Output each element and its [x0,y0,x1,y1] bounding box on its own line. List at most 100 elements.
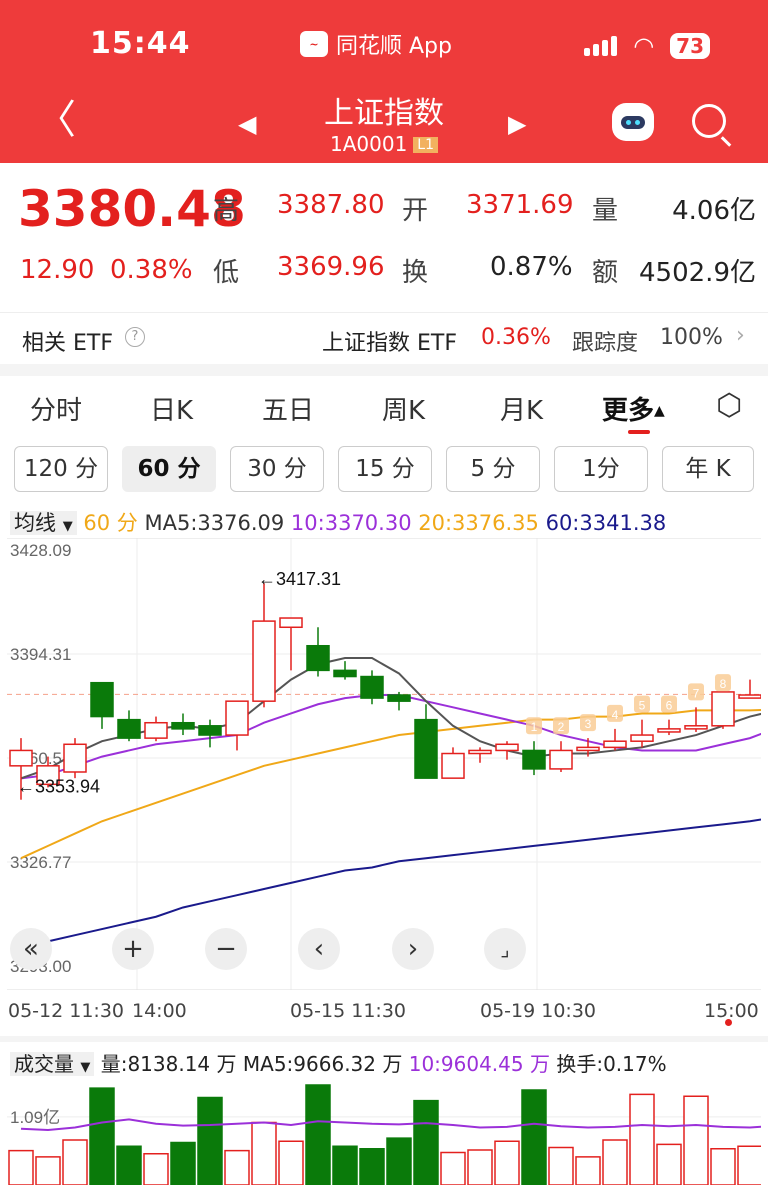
last-price: 3380.48 [18,180,246,238]
related-etf-row[interactable]: 相关 ETF ? 上证指数 ETF 0.36% 跟踪度 100% › [0,312,768,362]
caret-down-icon: ▼ [62,519,73,534]
volume-bar [62,1139,88,1185]
tracking-value: 100% [660,325,723,350]
turnover-label: 换 [402,258,429,288]
tab-monthly-k[interactable]: 月K [500,390,543,427]
tab-five-day[interactable]: 五日 [262,390,314,427]
period-5min[interactable]: 5 分 [446,446,540,492]
ma-legend: 均线 ▼ 60 分 MA5:3376.09 10:3370.30 20:3376… [10,507,666,537]
period-yearly-k[interactable]: 年 K [662,446,754,492]
x-tick: 05-15 11:30 [290,1000,407,1022]
candle-body [198,725,222,736]
volume-now: 量:8138.14 万 [100,1052,237,1076]
zoom-in-icon[interactable]: + [112,928,154,970]
caret-down-icon: ▼ [80,1060,91,1075]
signal-marker-label: 7 [693,686,700,700]
volume-bar [224,1149,250,1185]
volume-bar [629,1093,655,1185]
collapse-left-icon[interactable]: « [10,928,52,970]
candle-body [171,721,195,730]
volume-chart[interactable]: 1.09亿 [7,1078,761,1185]
period-60min[interactable]: 60 分 [122,446,216,492]
volume-bar [8,1149,34,1185]
scroll-right-icon[interactable]: › [392,928,434,970]
volume-bar [710,1148,736,1185]
candle-body [333,669,357,678]
tab-daily-k[interactable]: 日K [150,390,193,427]
open-label: 开 [402,196,429,226]
period-15min[interactable]: 15 分 [338,446,432,492]
related-etf-label: 相关 ETF [22,331,113,356]
change-pct: 0.38% [110,255,193,285]
next-stock-icon[interactable]: ▶ [508,110,526,138]
signal-marker-label: 3 [585,717,592,731]
tab-weekly-k[interactable]: 周K [382,390,425,427]
candle-body [657,728,681,733]
volume-bar [494,1140,520,1185]
caret-up-icon: ▲ [654,403,665,419]
volume-bar [197,1096,223,1185]
zoom-out-icon[interactable]: − [205,928,247,970]
app-logo-icon: ~ [300,31,328,57]
candle-body [468,749,492,755]
period-selector: 120 分 60 分 30 分 15 分 5 分 1分 年 K [0,446,768,492]
candle-body [441,752,465,779]
candle-body [738,694,761,699]
status-icons: ◠ 73 [584,32,710,60]
candle-body [117,718,141,739]
volume-y-tick: 1.09亿 [10,1108,60,1127]
volume-bar [602,1139,628,1185]
volume-bar [467,1149,493,1185]
stock-code: 1A0001 L1 [0,132,768,156]
volume-bar [683,1095,709,1185]
period-120min[interactable]: 120 分 [14,446,108,492]
volume-bar [89,1087,115,1185]
candle-body [630,734,654,742]
volume-bar [332,1145,358,1185]
assistant-robot-icon[interactable] [612,103,654,141]
volume-ma5: MA5:9666.32 万 [242,1052,403,1076]
volume-value: 4.06亿 [672,196,756,226]
volume-ma10: 10:9604.45 万 [408,1052,550,1076]
volume-bar [278,1140,304,1185]
low-value: 3369.96 [277,252,385,282]
candle-body [279,617,303,629]
volume-bar [413,1099,439,1185]
help-icon[interactable]: ? [125,327,145,347]
ma20-value: 20:3376.35 [418,511,539,535]
app-name[interactable]: ~ 同花顺 App [300,28,452,60]
ma-selector[interactable]: 均线 ▼ [10,511,77,535]
period-30min[interactable]: 30 分 [230,446,324,492]
app-name-label: 同花顺 App [336,34,452,59]
volume-bar [359,1148,385,1185]
etf-name: 上证指数 ETF [322,331,457,356]
search-icon[interactable] [692,104,726,138]
x-tick: 15:00 [704,1000,759,1022]
candle-body [414,718,438,779]
amount-value: 4502.9亿 [639,258,756,288]
candle-body [225,700,249,736]
volume-bar [521,1089,547,1185]
settings-hexagon-icon[interactable]: ⬡ [716,388,742,423]
period-1min[interactable]: 1分 [554,446,648,492]
chevron-right-icon: › [736,323,745,348]
candlestick-chart[interactable]: 3428.093394.313360.543326.773293.00←3417… [7,538,761,990]
candle-body [387,694,411,702]
high-annotation: ←3417.31 [258,569,341,589]
fullscreen-icon[interactable]: ⌟ [484,928,526,970]
volume-bar [440,1151,466,1185]
candle-body [306,644,330,672]
volume-bar [251,1121,277,1185]
tab-more[interactable]: 更多▲ [602,390,665,427]
volume-selector[interactable]: 成交量 ▼ [10,1052,95,1076]
volume-legend: 成交量 ▼ 量:8138.14 万 MA5:9666.32 万 10:9604.… [10,1048,667,1077]
divider [0,1036,768,1042]
scroll-left-icon[interactable]: ‹ [298,928,340,970]
candle-body [9,749,33,767]
volume-bar [737,1145,761,1185]
volume-bar [35,1156,61,1185]
y-tick: 3394.31 [10,645,71,664]
tab-intraday[interactable]: 分时 [30,390,82,427]
y-tick: 3326.77 [10,853,71,872]
high-value: 3387.80 [277,190,385,220]
